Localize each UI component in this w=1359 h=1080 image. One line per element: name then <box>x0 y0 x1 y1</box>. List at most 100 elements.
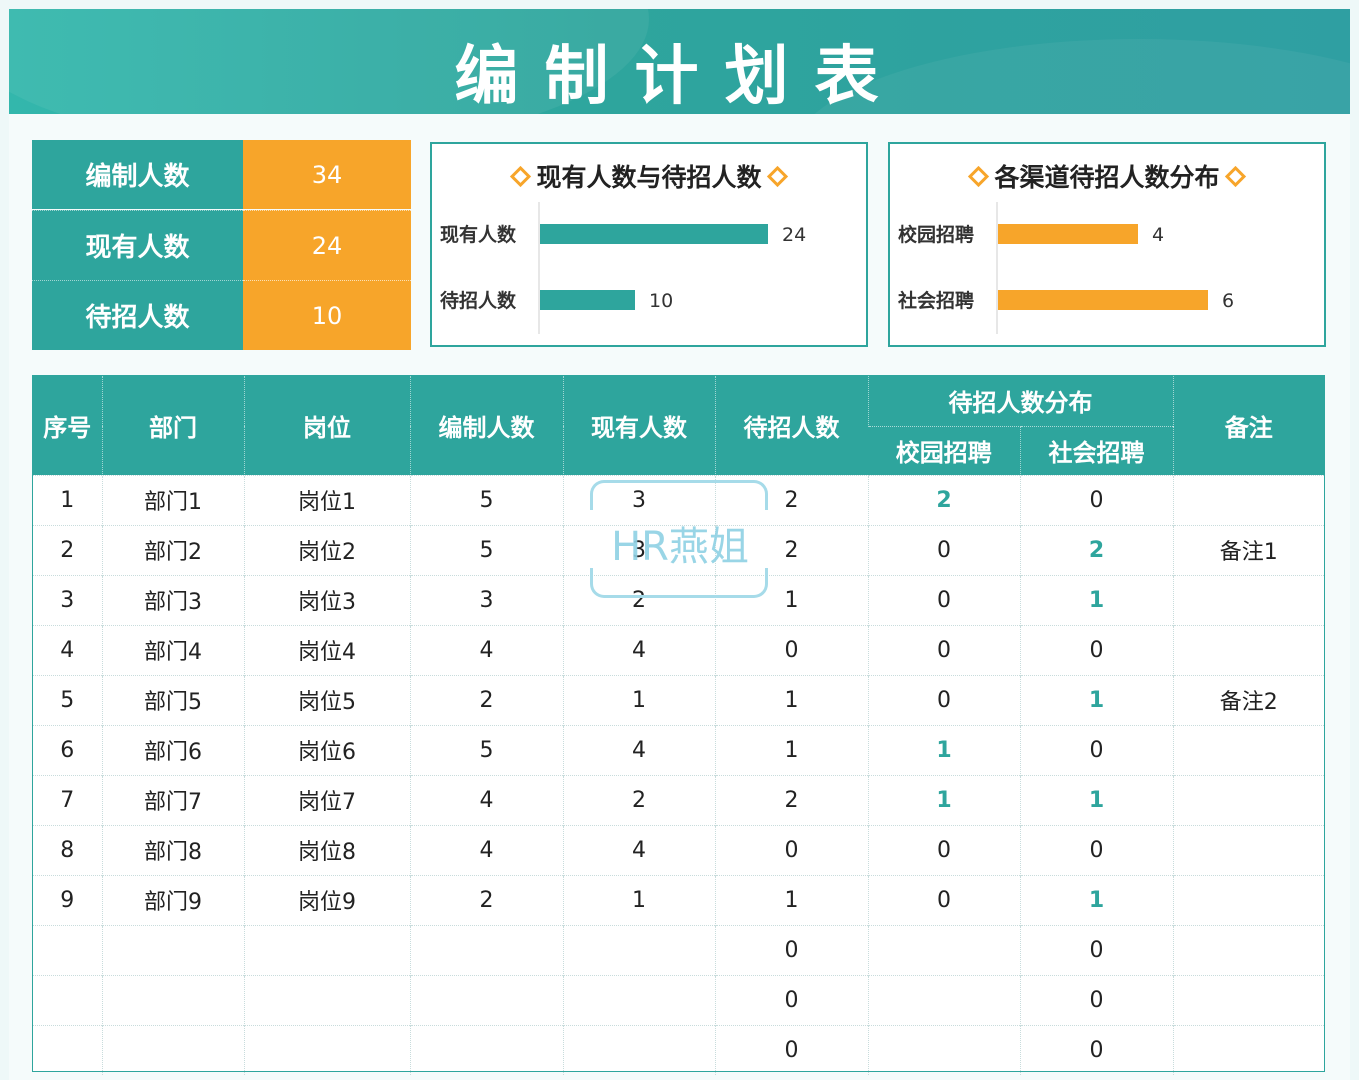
cell-current[interactable]: 4 <box>562 824 715 875</box>
cell-current[interactable]: 4 <box>562 724 715 775</box>
cell-remark[interactable] <box>1172 924 1324 975</box>
cell-planned[interactable]: 5 <box>409 474 563 525</box>
cell-planned[interactable]: 4 <box>409 624 563 675</box>
cell-planned[interactable]: 5 <box>409 724 563 775</box>
cell-dept[interactable]: 部门6 <box>101 724 244 775</box>
cell-remark[interactable]: 备注1 <box>1172 524 1324 575</box>
bar[interactable] <box>998 290 1208 310</box>
cell-campus[interactable]: 1 <box>867 724 1020 775</box>
cell-planned[interactable]: 5 <box>409 524 563 575</box>
cell-pending[interactable]: 1 <box>714 724 868 775</box>
cell-dept[interactable]: 部门1 <box>101 474 244 525</box>
cell-post[interactable]: 岗位4 <box>243 624 410 675</box>
cell-post[interactable]: 岗位6 <box>243 724 410 775</box>
header-pending[interactable]: 待招人数 <box>714 376 868 475</box>
cell-seq[interactable] <box>33 1024 102 1075</box>
cell-current[interactable] <box>562 1024 715 1075</box>
cell-remark[interactable] <box>1172 774 1324 825</box>
cell-social[interactable]: 1 <box>1019 674 1173 725</box>
header-planned[interactable]: 编制人数 <box>409 376 563 475</box>
cell-remark[interactable] <box>1172 974 1324 1025</box>
cell-planned[interactable]: 4 <box>409 824 563 875</box>
cell-current[interactable]: 4 <box>562 624 715 675</box>
cell-post[interactable] <box>243 1024 410 1075</box>
cell-pending[interactable]: 2 <box>714 474 868 525</box>
cell-dept[interactable]: 部门4 <box>101 624 244 675</box>
cell-post[interactable]: 岗位7 <box>243 774 410 825</box>
header-post[interactable]: 岗位 <box>243 376 410 475</box>
cell-pending[interactable]: 0 <box>714 974 868 1025</box>
cell-dept[interactable]: 部门2 <box>101 524 244 575</box>
cell-campus[interactable]: 0 <box>867 524 1020 575</box>
header-distribution[interactable]: 待招人数分布 <box>867 376 1173 426</box>
cell-pending[interactable]: 1 <box>714 674 868 725</box>
cell-post[interactable]: 岗位5 <box>243 674 410 725</box>
cell-remark[interactable] <box>1172 724 1324 775</box>
cell-post[interactable]: 岗位9 <box>243 874 410 925</box>
cell-social[interactable]: 0 <box>1019 824 1173 875</box>
cell-social[interactable]: 0 <box>1019 724 1173 775</box>
chart-card-current-vs-pending[interactable]: 现有人数与待招人数 现有人数 24 待招人数 10 <box>430 142 868 347</box>
cell-social[interactable]: 1 <box>1019 774 1173 825</box>
cell-dept[interactable] <box>101 974 244 1025</box>
cell-social[interactable]: 0 <box>1019 974 1173 1025</box>
cell-social[interactable]: 1 <box>1019 574 1173 625</box>
cell-current[interactable] <box>562 924 715 975</box>
cell-pending[interactable]: 2 <box>714 774 868 825</box>
cell-post[interactable]: 岗位3 <box>243 574 410 625</box>
cell-remark[interactable]: 备注2 <box>1172 674 1324 725</box>
cell-campus[interactable]: 0 <box>867 874 1020 925</box>
cell-seq[interactable]: 6 <box>33 724 102 775</box>
cell-pending[interactable]: 0 <box>714 1024 868 1075</box>
cell-remark[interactable] <box>1172 574 1324 625</box>
cell-pending[interactable]: 0 <box>714 924 868 975</box>
cell-dept[interactable]: 部门7 <box>101 774 244 825</box>
cell-planned[interactable]: 3 <box>409 574 563 625</box>
cell-post[interactable] <box>243 924 410 975</box>
header-campus[interactable]: 校园招聘 <box>868 425 1020 475</box>
cell-seq[interactable]: 2 <box>33 524 102 575</box>
cell-remark[interactable] <box>1172 874 1324 925</box>
cell-social[interactable]: 0 <box>1019 474 1173 525</box>
cell-campus[interactable]: 2 <box>867 474 1020 525</box>
cell-remark[interactable] <box>1172 1024 1324 1075</box>
cell-post[interactable]: 岗位8 <box>243 824 410 875</box>
cell-current[interactable]: 2 <box>562 574 715 625</box>
header-dept[interactable]: 部门 <box>101 376 244 475</box>
header-remark[interactable]: 备注 <box>1172 376 1324 475</box>
cell-current[interactable]: 2 <box>562 774 715 825</box>
cell-current[interactable]: 3 <box>562 524 715 575</box>
cell-dept[interactable]: 部门5 <box>101 674 244 725</box>
summary-value[interactable]: 10 <box>243 280 411 350</box>
cell-planned[interactable]: 2 <box>409 674 563 725</box>
cell-social[interactable]: 1 <box>1019 874 1173 925</box>
summary-value[interactable]: 34 <box>243 140 411 209</box>
cell-planned[interactable] <box>409 974 563 1025</box>
cell-social[interactable]: 0 <box>1019 624 1173 675</box>
cell-pending[interactable]: 0 <box>714 624 868 675</box>
cell-campus[interactable] <box>867 924 1020 975</box>
cell-current[interactable]: 1 <box>562 874 715 925</box>
bar[interactable] <box>998 224 1138 244</box>
cell-current[interactable] <box>562 974 715 1025</box>
cell-seq[interactable]: 9 <box>33 874 102 925</box>
cell-seq[interactable]: 5 <box>33 674 102 725</box>
cell-seq[interactable] <box>33 974 102 1025</box>
cell-social[interactable]: 2 <box>1019 524 1173 575</box>
cell-current[interactable]: 1 <box>562 674 715 725</box>
cell-post[interactable] <box>243 974 410 1025</box>
cell-campus[interactable]: 0 <box>867 674 1020 725</box>
cell-seq[interactable]: 1 <box>33 474 102 525</box>
cell-planned[interactable]: 2 <box>409 874 563 925</box>
cell-dept[interactable]: 部门8 <box>101 824 244 875</box>
cell-planned[interactable] <box>409 924 563 975</box>
cell-seq[interactable]: 7 <box>33 774 102 825</box>
cell-campus[interactable]: 0 <box>867 574 1020 625</box>
cell-social[interactable]: 0 <box>1019 1024 1173 1075</box>
cell-planned[interactable]: 4 <box>409 774 563 825</box>
cell-seq[interactable] <box>33 924 102 975</box>
header-social[interactable]: 社会招聘 <box>1019 425 1173 475</box>
bar[interactable] <box>540 290 635 310</box>
cell-post[interactable]: 岗位2 <box>243 524 410 575</box>
cell-pending[interactable]: 2 <box>714 524 868 575</box>
